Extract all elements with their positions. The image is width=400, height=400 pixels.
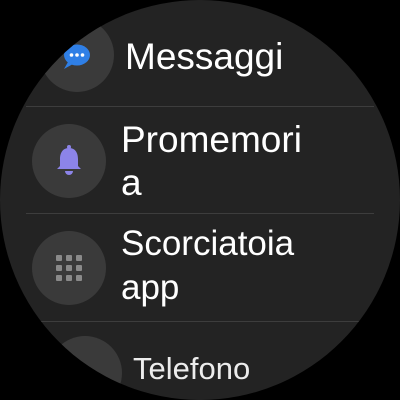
bell-icon <box>57 145 81 175</box>
chat-bubble-icon <box>64 44 90 69</box>
phone-icon <box>74 362 96 384</box>
app-label-promemoria-line1: Promemori <box>121 119 302 160</box>
app-grid-icon <box>56 255 82 281</box>
app-item-promemoria[interactable]: Promemori a <box>0 107 400 213</box>
app-item-messaggi[interactable]: Messaggi <box>0 0 400 106</box>
watch-face: Messaggi Promemori a Scorciatoia app Tel… <box>0 0 400 400</box>
app-label-promemoria-line2: a <box>121 162 142 203</box>
app-item-scorciatoia-app[interactable]: Scorciatoia app <box>0 214 400 320</box>
app-label-telefono: Telefono <box>133 351 251 386</box>
app-item-telefono[interactable]: Telefono <box>0 322 400 400</box>
app-label-scorciatoia-line2: app <box>121 268 180 307</box>
scorciatoia-icon-button <box>32 231 106 305</box>
promemoria-icon-button <box>32 124 106 198</box>
messaggi-icon-button <box>40 18 114 92</box>
app-label-scorciatoia-line1: Scorciatoia <box>121 224 295 263</box>
app-label-messaggi: Messaggi <box>125 36 284 77</box>
telefono-icon-button <box>48 336 122 400</box>
